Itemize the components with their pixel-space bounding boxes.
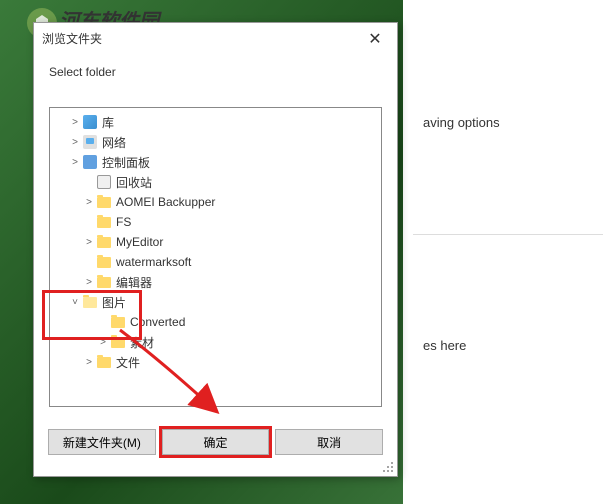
tree-item[interactable]: > 控制面板: [50, 152, 381, 172]
right-panel-text: es here: [423, 338, 466, 353]
folder-tree[interactable]: >库>网络>控制面板回收站>AOMEI BackupperFS>MyEditor…: [49, 107, 382, 407]
folder-icon: [96, 274, 112, 290]
folder-open-icon: [82, 294, 98, 310]
tree-item[interactable]: > 网络: [50, 132, 381, 152]
folder-icon: [96, 214, 112, 230]
tree-item[interactable]: > AOMEI Backupper: [50, 192, 381, 212]
dialog-title: 浏览文件夹: [42, 30, 102, 47]
tree-item-label: MyEditor: [116, 235, 163, 249]
dialog-body: Select folder >库>网络>控制面板回收站>AOMEI Backup…: [34, 53, 397, 419]
tree-item[interactable]: Converted: [50, 312, 381, 332]
tree-item-label: FS: [116, 215, 131, 229]
dialog-button-row: 新建文件夹(M) 确定 取消: [34, 419, 397, 465]
expand-icon[interactable]: >: [82, 357, 96, 368]
tree-item-label: 图片: [102, 294, 126, 311]
folder-icon: [96, 254, 112, 270]
folder-icon: [96, 234, 112, 250]
right-panel-text: aving options: [423, 115, 500, 130]
folder-icon: [96, 354, 112, 370]
ok-button[interactable]: 确定: [162, 429, 270, 455]
tree-item-label: 控制面板: [102, 154, 150, 171]
tree-item[interactable]: ˅ 图片: [50, 292, 381, 312]
tree-item[interactable]: > 文件: [50, 352, 381, 372]
divider: [413, 234, 603, 235]
expand-icon[interactable]: >: [82, 197, 96, 208]
tree-item-label: 回收站: [116, 174, 152, 191]
tree-item[interactable]: > MyEditor: [50, 232, 381, 252]
folder-icon: [96, 194, 112, 210]
new-folder-button[interactable]: 新建文件夹(M): [48, 429, 156, 455]
expand-icon[interactable]: >: [68, 137, 82, 148]
dialog-label: Select folder: [49, 65, 382, 79]
expand-icon[interactable]: >: [82, 277, 96, 288]
tree-item[interactable]: 回收站: [50, 172, 381, 192]
tree-item-label: 编辑器: [116, 274, 152, 291]
expand-icon[interactable]: ˅: [68, 297, 82, 308]
control-icon: [82, 154, 98, 170]
folder-icon: [110, 314, 126, 330]
tree-item[interactable]: watermarksoft: [50, 252, 381, 272]
right-panel: aving options es here: [403, 0, 613, 504]
tree-item-label: 库: [102, 114, 114, 131]
expand-icon[interactable]: >: [68, 157, 82, 168]
cancel-button[interactable]: 取消: [275, 429, 383, 455]
tree-item-label: 素材: [130, 334, 154, 351]
recycle-icon: [96, 174, 112, 190]
tree-item[interactable]: >库: [50, 112, 381, 132]
resize-grip[interactable]: [381, 460, 395, 474]
tree-item-label: 文件: [116, 354, 140, 371]
tree-item[interactable]: > 编辑器: [50, 272, 381, 292]
tree-item[interactable]: > 素材: [50, 332, 381, 352]
tree-item-label: Converted: [130, 315, 185, 329]
expand-icon[interactable]: >: [82, 237, 96, 248]
close-button[interactable]: ✕: [355, 25, 395, 53]
expand-icon[interactable]: >: [68, 117, 82, 128]
expand-icon[interactable]: >: [96, 337, 110, 348]
dialog-titlebar[interactable]: 浏览文件夹 ✕: [34, 23, 397, 53]
tree-item-label: 网络: [102, 134, 126, 151]
close-icon: ✕: [368, 29, 381, 49]
folder-icon: [110, 334, 126, 350]
network-icon: [82, 134, 98, 150]
tree-item-label: watermarksoft: [116, 255, 191, 269]
library-icon: [82, 114, 98, 130]
browse-folder-dialog: 浏览文件夹 ✕ Select folder >库>网络>控制面板回收站>AOME…: [33, 22, 398, 477]
tree-item[interactable]: FS: [50, 212, 381, 232]
tree-item-label: AOMEI Backupper: [116, 195, 215, 209]
